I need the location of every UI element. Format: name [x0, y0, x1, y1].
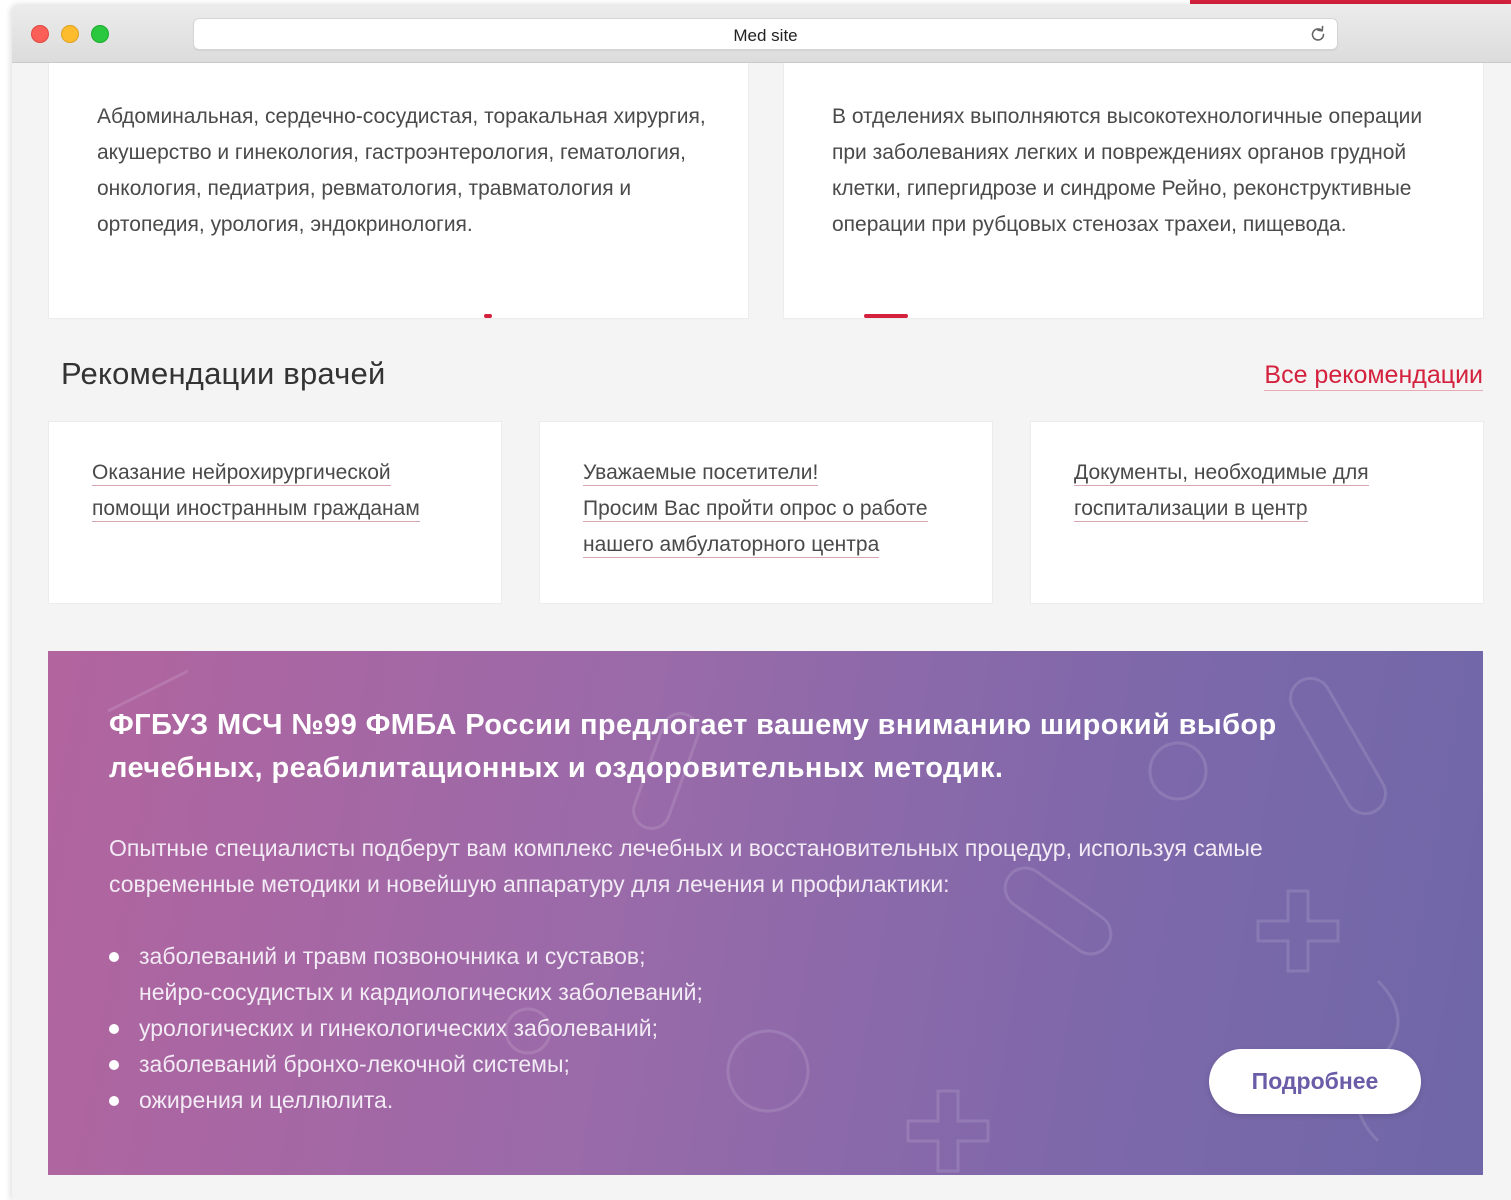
recommendation-line[interactable]: госпитализации в центр: [1074, 497, 1308, 522]
recommendation-link[interactable]: Документы, необходимые для госпитализаци…: [1074, 455, 1453, 527]
list-item-text: заболеваний бронхо-лекочной системы;: [139, 1051, 570, 1077]
zoom-window-button[interactable]: [91, 25, 109, 43]
list-item-text: заболеваний и травм позвоночника и суста…: [139, 943, 646, 969]
promo-lead-text: Опытные специалисты подберут вам комплек…: [109, 835, 1263, 897]
recommendation-line[interactable]: Документы, необходимые для: [1074, 461, 1369, 486]
recommendation-card[interactable]: Уважаемые посетители! Просим Вас пройти …: [539, 421, 993, 604]
list-item-text: ожирения и целлюлита.: [139, 1087, 394, 1113]
recommendation-line[interactable]: Просим Вас пройти опрос о работе: [583, 497, 928, 522]
address-text: Med site: [733, 26, 798, 45]
recommendation-card[interactable]: Оказание нейрохирургической помощи иност…: [48, 421, 502, 604]
recommendation-link[interactable]: Уважаемые посетители! Просим Вас пройти …: [583, 455, 962, 563]
recommendation-line[interactable]: нашего амбулаторного центра: [583, 533, 880, 558]
recommendations-title: Рекомендации врачей: [61, 356, 386, 391]
list-item-text: нейро-сосудистых и кардиологических забо…: [139, 979, 703, 1005]
promo-heading: ФГБУЗ МСЧ №99 ФМБА России предлогает ваш…: [109, 709, 1277, 784]
promo-list: заболеваний и травм позвоночника и суста…: [109, 938, 909, 1118]
address-bar[interactable]: Med site: [193, 18, 1338, 50]
promo-banner: ФГБУЗ МСЧ №99 ФМБА России предлогает ваш…: [48, 651, 1483, 1175]
list-item: заболеваний бронхо-лекочной системы;: [109, 1046, 909, 1082]
all-recommendations-link[interactable]: Все рекомендации: [1264, 361, 1483, 391]
card-title-fragment: [864, 314, 908, 318]
bullet-icon: [109, 952, 119, 962]
reload-icon[interactable]: [1308, 24, 1328, 44]
bullet-icon: [109, 1096, 119, 1106]
bullet-icon: [109, 1060, 119, 1070]
more-details-button[interactable]: Подробнее: [1209, 1049, 1421, 1114]
card-title-fragment: [484, 314, 492, 318]
recommendation-line[interactable]: помощи иностранным гражданам: [92, 497, 420, 522]
bullet-icon: [109, 1024, 119, 1034]
specialties-card: Абдоминальная, сердечно-сосудистая, тора…: [48, 53, 749, 319]
close-window-button[interactable]: [31, 25, 49, 43]
recommendation-card[interactable]: Документы, необходимые для госпитализаци…: [1030, 421, 1484, 604]
list-item: ожирения и целлюлита.: [109, 1082, 909, 1118]
recommendation-link[interactable]: Оказание нейрохирургической помощи иност…: [92, 455, 471, 527]
title-bar: Med site: [12, 4, 1511, 63]
recommendation-line[interactable]: Уважаемые посетители!: [583, 461, 819, 486]
page-content: Абдоминальная, сердечно-сосудистая, тора…: [12, 53, 1511, 1200]
surgery-text: В отделениях выполняются высокотехнологи…: [832, 105, 1423, 236]
specialties-text: Абдоминальная, сердечно-сосудистая, тора…: [97, 105, 706, 236]
list-item: урологических и гинекологических заболев…: [109, 1010, 909, 1046]
list-item-text: урологических и гинекологических заболев…: [139, 1015, 659, 1041]
surgery-card: В отделениях выполняются высокотехнологи…: [783, 53, 1484, 319]
recommendation-line[interactable]: Оказание нейрохирургической: [92, 461, 391, 486]
list-item: заболеваний и травм позвоночника и суста…: [109, 938, 909, 1010]
minimize-window-button[interactable]: [61, 25, 79, 43]
browser-window: Med site Абдоминальная, сердечно-сосудис…: [12, 4, 1511, 1200]
